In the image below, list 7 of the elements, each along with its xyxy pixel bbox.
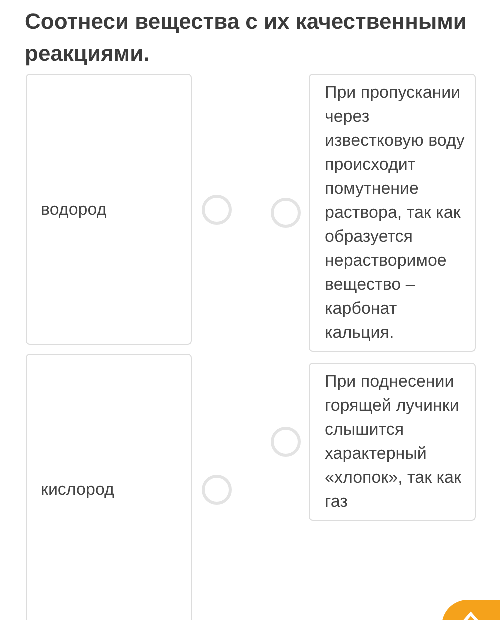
reaction-card[interactable]: При пропускании через известковую воду происходит помутнение раствора, так как образуется нерастворимое вещество – карбонат кальция. — [309, 74, 476, 352]
substance-card[interactable]: кислород — [26, 354, 192, 620]
reaction-card[interactable]: При поднесении горящей лучинки слышится характерный «хлопок», так как газ — [309, 363, 476, 521]
question-title: Соотнеси вещества с их качественными реакциями. — [25, 8, 468, 68]
scroll-up-button[interactable] — [442, 600, 500, 620]
substance-card[interactable]: водород — [26, 74, 192, 345]
caret-up-icon — [461, 610, 481, 620]
